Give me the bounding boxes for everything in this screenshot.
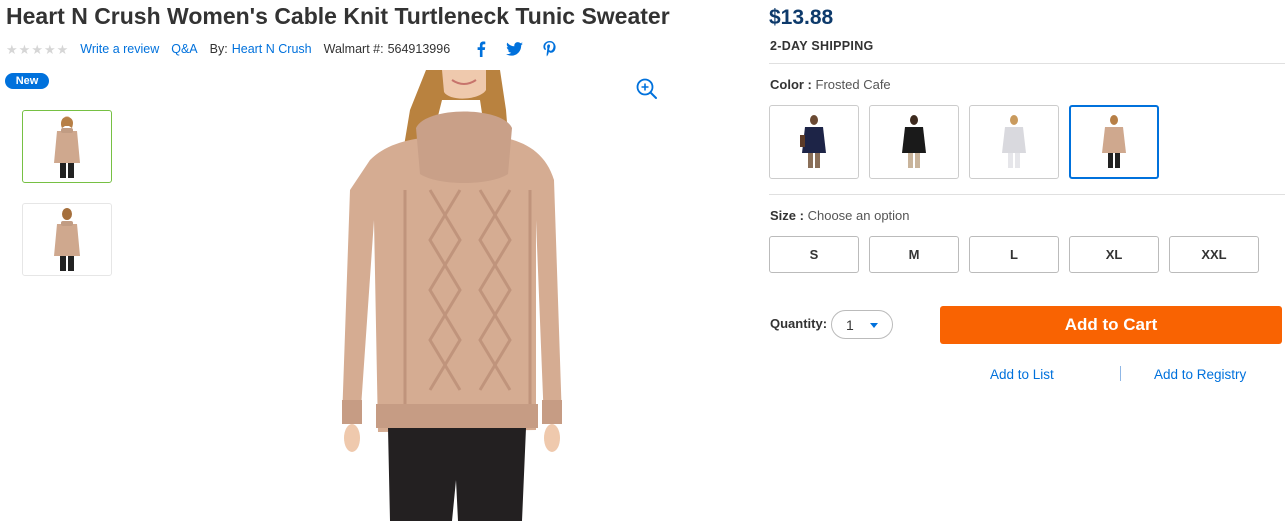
quantity-select[interactable]: 1: [831, 310, 893, 339]
swatch-image: [1102, 115, 1126, 168]
product-title: Heart N Crush Women's Cable Knit Turtlen…: [6, 3, 670, 29]
facebook-icon[interactable]: [476, 41, 486, 57]
star-icon: ★: [31, 41, 43, 57]
swatch-image: [800, 115, 826, 168]
color-swatch-black[interactable]: [869, 105, 959, 179]
add-to-cart-button[interactable]: Add to Cart: [940, 306, 1282, 344]
quantity-label: Quantity:: [770, 316, 828, 331]
product-meta-row: ★ ★ ★ ★ ★ Write a review Q&A By: Heart N…: [6, 40, 556, 58]
size-button-xl[interactable]: XL: [1069, 236, 1159, 273]
size-button-l[interactable]: L: [969, 236, 1059, 273]
walmart-number: 564913996: [387, 42, 451, 56]
size-button-xxl[interactable]: XXL: [1169, 236, 1259, 273]
shipping-info: 2-DAY SHIPPING: [770, 39, 874, 53]
star-icon: ★: [43, 41, 56, 57]
add-to-list-link[interactable]: Add to List: [990, 367, 1054, 382]
main-product-image[interactable]: [330, 70, 580, 521]
star-icon: ★: [18, 41, 31, 57]
swatch-image: [1002, 115, 1026, 168]
zoom-icon[interactable]: [636, 78, 658, 105]
star-icon: ★: [56, 41, 69, 57]
color-label: Color :: [770, 77, 812, 92]
color-swatch-frosted-cafe[interactable]: [1069, 105, 1159, 179]
color-swatch-light-gray[interactable]: [969, 105, 1059, 179]
new-badge: New: [5, 73, 49, 89]
color-label-row: Color : Frosted Cafe: [770, 77, 891, 92]
size-button-s[interactable]: S: [769, 236, 859, 273]
link-separator: [1120, 366, 1121, 381]
size-label: Size :: [770, 208, 804, 223]
product-thumbnail-image: [54, 115, 80, 178]
star-icon: ★: [6, 41, 18, 57]
size-label-row: Size : Choose an option: [770, 208, 910, 223]
swatch-image: [902, 115, 926, 168]
chevron-down-icon: [870, 323, 878, 328]
divider: [769, 194, 1285, 195]
thumbnail-front[interactable]: [22, 110, 112, 183]
product-thumbnail-image: [54, 207, 80, 271]
by-label: By:: [209, 42, 228, 56]
divider: [769, 63, 1285, 64]
product-price: $13.88: [769, 6, 834, 29]
color-value: Frosted Cafe: [815, 77, 891, 92]
pinterest-icon[interactable]: [543, 41, 556, 57]
size-value: Choose an option: [807, 208, 910, 223]
qa-link[interactable]: Q&A: [171, 42, 197, 56]
rating-stars[interactable]: ★ ★ ★ ★ ★: [6, 43, 68, 56]
brand-link[interactable]: Heart N Crush: [232, 42, 312, 56]
walmart-number-label: Walmart #:: [323, 42, 384, 56]
size-button-m[interactable]: M: [869, 236, 959, 273]
thumbnail-back[interactable]: [22, 203, 112, 276]
twitter-icon[interactable]: [506, 42, 524, 56]
write-review-link[interactable]: Write a review: [80, 42, 159, 56]
color-swatch-navy[interactable]: [769, 105, 859, 179]
quantity-value: 1: [846, 316, 854, 333]
social-share: [476, 41, 556, 57]
add-to-registry-link[interactable]: Add to Registry: [1154, 367, 1246, 382]
